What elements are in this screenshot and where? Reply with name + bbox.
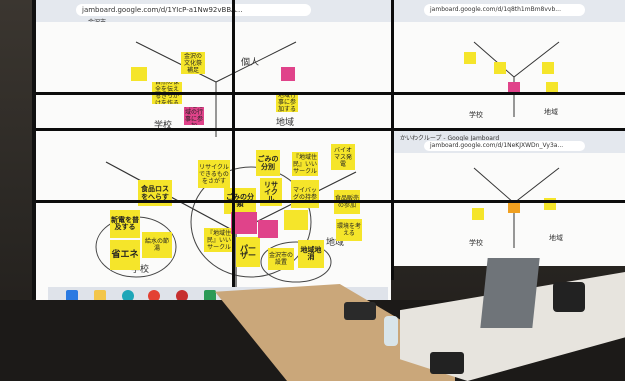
sticky-note[interactable]: 環境を考える [336,219,362,241]
sticky-note[interactable] [542,62,554,74]
address-bar[interactable]: jamboard.google.com/d/1YIcP-a1Nw92vBBA..… [76,4,311,16]
browser-chrome: jamboard.google.com/d/1q8th1mBm8vvb... [394,0,625,23]
water-bottle [384,316,398,346]
sticky-note[interactable] [258,220,278,238]
desk-microphone [344,302,376,320]
sticky-note[interactable] [472,208,484,220]
sticky-note[interactable]: 給水の節湯 [142,232,172,258]
screen-bezel [391,0,394,280]
sticky-note[interactable]: 『地域住民』いいサークル [292,152,318,176]
address-bar[interactable]: jamboard.google.com/d/1NeKJXWDn_Vy3a... [424,141,585,151]
sticky-note[interactable]: ごみの分別 [256,150,280,176]
camera-device [553,282,585,312]
browser-chrome: かいわクループ - Google Jamboard jamboard.googl… [394,131,625,154]
screen-bezel [36,200,625,203]
browser-chrome: jamboard.google.com/d/1YIcP-a1Nw92vBBA..… [36,0,391,26]
sticky-note[interactable]: 金沢の文化祭補足 [181,52,205,74]
sticky-note[interactable]: 関連地域の行事に参加 [184,107,204,125]
label-region: 地域 [544,108,558,116]
label-school: 学校 [469,239,483,247]
main-jamboard-screen: jamboard.google.com/d/1YIcP-a1Nw92vBBA..… [36,0,391,300]
screen-bezel [36,128,625,131]
label-school: 学校 [469,111,483,119]
sticky-note[interactable]: リサイクルできるものをさがす [198,160,230,188]
sticky-note[interactable]: 金沢市の設置 [268,248,294,270]
jamboard-canvas[interactable]: 個人 学校 地域 金沢の文化祭補足 自然の保全を伝えるきっかけを作る 地域行事に… [36,22,391,300]
address-bar[interactable]: jamboard.google.com/d/1q8th1mBm8vvb... [424,4,585,16]
sticky-note[interactable] [464,52,476,64]
sticky-note[interactable]: 地域行事に参加する [276,92,298,112]
sticky-note[interactable]: 地域地消 [298,240,324,268]
sticky-note[interactable] [281,67,295,81]
sticky-note[interactable]: 『地域住民』いいサークル [204,228,234,252]
room-scene: jamboard.google.com/d/1YIcP-a1Nw92vBBA..… [0,0,625,381]
label-top-personal: 個人 [241,58,260,68]
board-divider-lines [473,41,560,117]
right-top-jamboard-screen: jamboard.google.com/d/1q8th1mBm8vvb... 学… [394,0,625,128]
sticky-note[interactable]: 省エネ [110,240,140,270]
jamboard-canvas[interactable]: 学校 地域 [394,153,625,266]
sticky-note[interactable] [494,62,506,74]
jamboard-canvas[interactable]: 学校 地域 [394,22,625,128]
sticky-note[interactable]: パーザー [236,237,260,267]
sticky-note[interactable]: マイバッグの持参 [291,180,319,208]
screen-bezel [232,0,235,300]
label-top-region: 地域 [276,118,295,128]
sticky-note[interactable]: バイオマス発電 [331,144,355,170]
sticky-note[interactable] [284,210,308,230]
tablet-stand [480,258,540,328]
screen-bezel [36,92,625,95]
sticky-note[interactable] [131,67,147,81]
desk-microphone [430,352,464,374]
label-region: 地域 [549,234,563,242]
right-bottom-jamboard-screen: かいわクループ - Google Jamboard jamboard.googl… [394,131,625,266]
sticky-note[interactable]: 新電を普及する [110,210,140,238]
